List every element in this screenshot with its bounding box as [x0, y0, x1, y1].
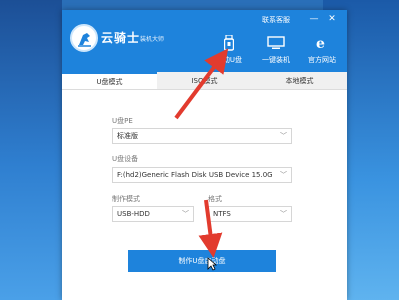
- pe-label: U盘PE: [112, 117, 133, 125]
- app-name: 云骑士: [101, 31, 141, 45]
- mode-select-value: USB-HDD: [117, 210, 150, 218]
- close-button[interactable]: ✕: [326, 13, 338, 25]
- toolbar-boot-usb[interactable]: 启动U盘: [209, 34, 249, 72]
- chevron-down-icon: ﹀: [280, 132, 287, 140]
- app-subtitle: 装机大师: [140, 36, 165, 43]
- knight-icon: [78, 33, 91, 47]
- contact-support-link[interactable]: 联系客服: [262, 15, 290, 25]
- minimize-button[interactable]: —: [308, 13, 320, 25]
- pe-select[interactable]: 标准版 ﹀: [112, 128, 292, 144]
- mode-select[interactable]: USB-HDD ﹀: [112, 206, 194, 222]
- chevron-down-icon: ﹀: [280, 171, 287, 179]
- toolbar-one-click-install[interactable]: 一键装机: [256, 34, 296, 72]
- ie-browser-icon: e: [316, 36, 325, 51]
- device-select[interactable]: F:(hd2)Generic Flash Disk USB Device 15.…: [112, 167, 292, 183]
- toolbar-official-site[interactable]: e 官方网站: [302, 34, 342, 72]
- usb-drive-icon: [224, 35, 234, 51]
- make-boot-usb-button[interactable]: 制作U盘启动盘: [128, 250, 276, 272]
- app-logo: [70, 24, 98, 52]
- device-label: U盘设备: [112, 155, 139, 163]
- device-select-value: F:(hd2)Generic Flash Disk USB Device 15.…: [117, 171, 273, 179]
- toolbar-one-click-install-label: 一键装机: [262, 56, 290, 64]
- tab-usb-mode[interactable]: U盘模式: [62, 72, 157, 89]
- desktop-background-left: [0, 0, 62, 300]
- pe-select-value: 标准版: [117, 132, 138, 140]
- tab-local-mode[interactable]: 本地模式: [252, 72, 347, 89]
- mode-tabs: U盘模式 ISO模式 本地模式: [62, 72, 347, 90]
- app-window: 云骑士 装机大师 联系客服 — ✕ 启动U盘 一键装机 e 官方网站 U盘模式 …: [62, 10, 347, 300]
- format-label: 格式: [208, 195, 222, 203]
- titlebar: 云骑士 装机大师 联系客服 — ✕ 启动U盘 一键装机 e 官方网站: [62, 10, 347, 72]
- mouse-pointer-icon: [207, 257, 217, 271]
- svg-text:e: e: [316, 36, 325, 51]
- monitor-icon: [267, 36, 285, 49]
- mode-label: 制作模式: [112, 195, 140, 203]
- format-select-value: NTFS: [213, 210, 231, 218]
- toolbar-boot-usb-label: 启动U盘: [215, 56, 243, 64]
- toolbar-official-site-label: 官方网站: [308, 56, 336, 64]
- tab-iso-mode[interactable]: ISO模式: [157, 72, 252, 89]
- format-select[interactable]: NTFS ﹀: [208, 206, 292, 222]
- chevron-down-icon: ﹀: [182, 210, 189, 218]
- chevron-down-icon: ﹀: [280, 210, 287, 218]
